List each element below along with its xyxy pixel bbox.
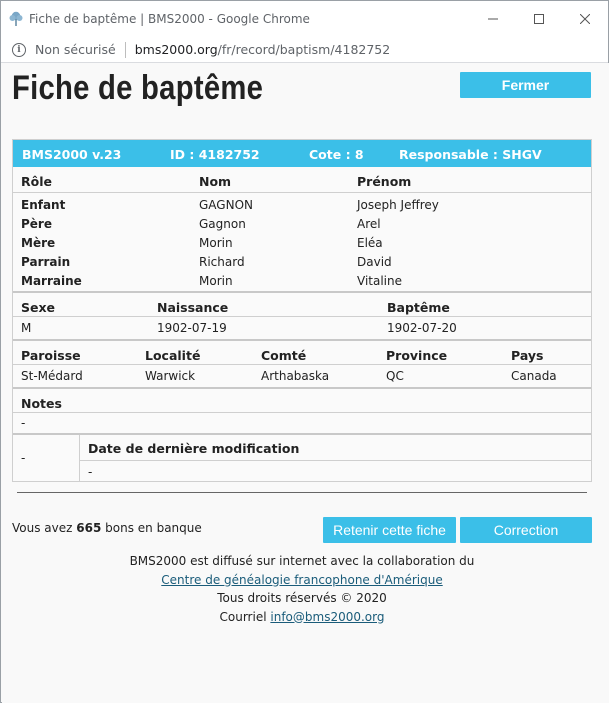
people-header-row: Rôle Nom Prénom [13, 167, 591, 193]
person-role: Marraine [21, 274, 82, 288]
info-icon[interactable]: i [12, 42, 26, 57]
place-header-row: Paroisse Localité Comté Province Pays [13, 339, 591, 365]
event-row: M 1902-07-19 1902-07-20 [13, 317, 591, 339]
email-prefix: Courriel [219, 609, 267, 624]
people-list: Enfant GAGNON Joseph Jeffrey Père Gagnon… [13, 193, 591, 291]
person-row-enfant: Enfant GAGNON Joseph Jeffrey [13, 195, 591, 214]
comte-value: Arthabaska [261, 369, 330, 383]
person-row-mere: Mère Morin Eléa [13, 233, 591, 252]
header-comte: Comté [261, 348, 307, 363]
cgfa-link[interactable]: Centre de généalogie francophone d'Améri… [161, 573, 442, 587]
title-bar: Fiche de baptême | BMS2000 - Google Chro… [1, 1, 608, 37]
url-path: /fr/record/baptism/4182752 [217, 42, 391, 57]
record-header: BMS2000 v.23 ID : 4182752 Cote : 8 Respo… [13, 140, 591, 167]
modification-header: Date de dernière modification [80, 435, 591, 461]
header-province: Province [386, 348, 448, 363]
bank-suffix: bons en banque [105, 521, 202, 535]
naissance-value: 1902-07-19 [157, 321, 227, 335]
maximize-button[interactable] [516, 1, 562, 37]
modification-left-cell: - [13, 435, 80, 481]
event-header-row: Sexe Naissance Baptême [13, 291, 591, 317]
bank-count: 665 [76, 521, 102, 535]
pays-value: Canada [511, 369, 557, 383]
page-content: Fiche de baptême Fermer BMS2000 v.23 ID … [2, 63, 609, 703]
modification-section: - Date de dernière modification - [13, 433, 591, 481]
header-role: Rôle [21, 174, 52, 189]
header-prenom: Prénom [357, 174, 412, 189]
person-prenom: Eléa [357, 236, 383, 250]
person-role: Parrain [21, 255, 71, 269]
paroisse-value: St-Médard [21, 369, 83, 383]
header-pays: Pays [511, 348, 544, 363]
header-naissance: Naissance [157, 300, 229, 315]
bapteme-value: 1902-07-20 [387, 321, 457, 335]
window-controls [470, 1, 608, 37]
sexe-value: M [21, 321, 32, 335]
person-prenom: Vitaline [357, 274, 402, 288]
responsable-label: Responsable : SHGV [399, 147, 542, 162]
person-nom: GAGNON [199, 198, 253, 212]
person-role: Père [21, 217, 52, 231]
divider [17, 492, 587, 493]
minimize-button[interactable] [470, 1, 516, 37]
modification-value: - [88, 465, 93, 479]
close-window-button[interactable] [562, 1, 608, 37]
url-host: bms2000.org [134, 42, 218, 57]
header-notes: Notes [21, 396, 62, 411]
person-prenom: Arel [357, 217, 381, 231]
person-row-parrain: Parrain Richard David [13, 252, 591, 271]
notes-row: - [13, 413, 591, 433]
place-row: St-Médard Warwick Arthabaska QC Canada [13, 365, 591, 387]
email-link[interactable]: info@bms2000.org [270, 610, 384, 624]
browser-window: Fiche de baptême | BMS2000 - Google Chro… [0, 0, 609, 703]
person-prenom: Joseph Jeffrey [357, 198, 439, 212]
modification-header-label: Date de dernière modification [88, 441, 300, 456]
window-title: Fiche de baptême | BMS2000 - Google Chro… [29, 12, 310, 26]
record-id: ID : 4182752 [170, 147, 260, 162]
person-row-pere: Père Gagnon Arel [13, 214, 591, 233]
person-nom: Morin [199, 236, 233, 250]
notes-header-row: Notes [13, 387, 591, 413]
header-sexe: Sexe [21, 300, 56, 315]
header-localite: Localité [145, 348, 201, 363]
header-bapteme: Baptême [387, 300, 450, 315]
address-bar[interactable]: i Non sécurisé bms2000.org/fr/record/bap… [1, 37, 608, 63]
page-title: Fiche de baptême [12, 69, 264, 107]
person-prenom: David [357, 255, 392, 269]
person-role: Enfant [21, 198, 66, 212]
email-line: Courriel info@bms2000.org [2, 608, 602, 627]
credit-line: BMS2000 est diffusé sur internet avec la… [129, 554, 475, 568]
cote-label: Cote : 8 [309, 147, 364, 162]
address-separator [124, 41, 126, 58]
version-label: BMS2000 v.23 [22, 147, 122, 162]
person-nom: Gagnon [199, 217, 246, 231]
credits: BMS2000 est diffusé sur internet avec la… [2, 552, 602, 626]
tree-favicon-icon [8, 11, 24, 27]
notes-value: - [21, 416, 26, 430]
modification-left-value: - [21, 451, 26, 465]
bank-prefix: Vous avez [12, 521, 73, 535]
keep-record-button[interactable]: Retenir cette fiche [323, 517, 456, 543]
url-text[interactable]: bms2000.org/fr/record/baptism/4182752 [135, 42, 391, 57]
person-nom: Morin [199, 274, 233, 288]
header-paroisse: Paroisse [21, 348, 81, 363]
correction-button[interactable]: Correction [460, 517, 592, 543]
record-card: BMS2000 v.23 ID : 4182752 Cote : 8 Respo… [12, 139, 592, 482]
header-nom: Nom [199, 174, 232, 189]
person-role: Mère [21, 236, 56, 250]
province-value: QC [386, 369, 404, 383]
localite-value: Warwick [145, 369, 196, 383]
security-label[interactable]: Non sécurisé [35, 42, 116, 57]
bank-balance: Vous avez 665 bons en banque [12, 521, 202, 535]
rights-line: Tous droits réservés © 2020 [217, 591, 387, 605]
person-row-marraine: Marraine Morin Vitaline [13, 271, 591, 290]
close-button[interactable]: Fermer [460, 72, 591, 98]
person-nom: Richard [199, 255, 245, 269]
